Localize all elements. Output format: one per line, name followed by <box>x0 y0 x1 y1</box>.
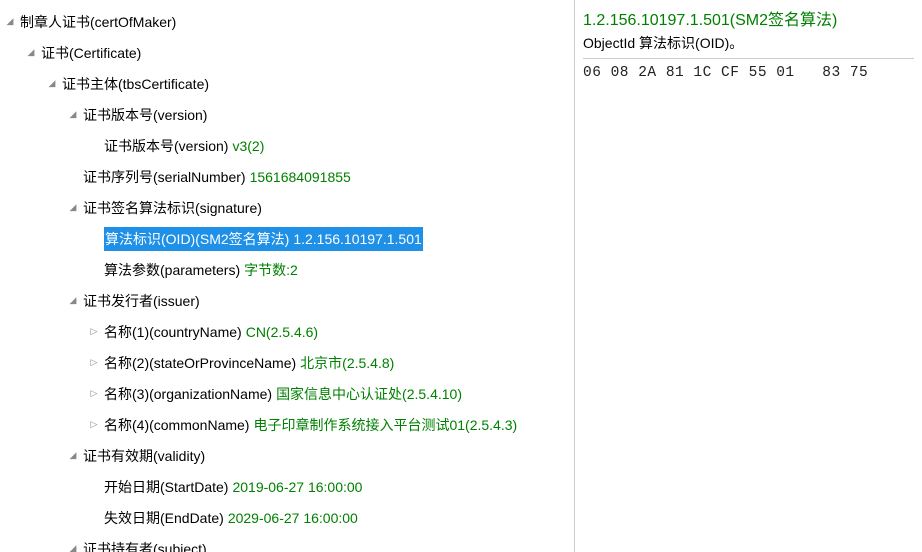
tree-label: 证书(Certificate) <box>41 43 141 63</box>
tree-value: 国家信息中心认证处(2.5.4.10) <box>276 384 462 404</box>
tree-label: 证书主体(tbsCertificate) <box>62 74 209 94</box>
chevron-down-icon[interactable]: ◢ <box>65 293 81 309</box>
tree-row-organizationName[interactable]: ▷ 名称(3)(organizationName) 国家信息中心认证处(2.5.… <box>84 378 574 409</box>
tree-value: v3(2) <box>232 138 264 154</box>
tree-label: 开始日期(StartDate) <box>104 477 228 497</box>
chevron-down-icon[interactable]: ◢ <box>65 541 81 552</box>
detail-hex: 06 08 2A 81 1C CF 55 01 83 75 <box>583 65 914 81</box>
tree-label: 证书签名算法标识(signature) <box>83 198 262 218</box>
tree-label: 制章人证书(certOfMaker) <box>20 12 176 32</box>
tree-value: 电子印章制作系统接入平台测试01(2.5.4.3) <box>253 415 517 435</box>
chevron-right-icon[interactable]: ▷ <box>86 417 102 433</box>
tree-value: 1.2.156.10197.1.501 <box>293 231 421 247</box>
leaf-spacer <box>65 169 81 185</box>
detail-pane: 1.2.156.10197.1.501(SM2签名算法) ObjectId 算法… <box>575 0 922 552</box>
tree-row-version-leaf[interactable]: 证书版本号(version) v3(2) <box>84 130 574 161</box>
tree-row-version[interactable]: ◢ 证书版本号(version) <box>63 99 574 130</box>
tree-label: 名称(3)(organizationName) <box>104 384 272 404</box>
tree-row-algo-oid[interactable]: 算法标识(OID)(SM2签名算法) 1.2.156.10197.1.501 <box>84 223 574 254</box>
tree-label: 算法参数(parameters) <box>104 260 240 280</box>
chevron-down-icon[interactable]: ◢ <box>23 45 39 61</box>
tree-row-startDate[interactable]: 开始日期(StartDate) 2019-06-27 16:00:00 <box>84 471 574 502</box>
leaf-spacer <box>86 138 102 154</box>
leaf-spacer <box>86 231 102 247</box>
detail-title: 1.2.156.10197.1.501(SM2签名算法) <box>583 6 914 30</box>
tree-row-countryName[interactable]: ▷ 名称(1)(countryName) CN(2.5.4.6) <box>84 316 574 347</box>
leaf-spacer <box>86 262 102 278</box>
tree-label: 失效日期(EndDate) <box>104 508 224 528</box>
tree-label: 名称(2)(stateOrProvinceName) <box>104 353 296 373</box>
tree-label: 名称(4)(commonName) <box>104 415 249 435</box>
tree-row-algo-params[interactable]: 算法参数(parameters) 字节数:2 <box>84 254 574 285</box>
tree-row-issuer[interactable]: ◢ 证书发行者(issuer) <box>63 285 574 316</box>
tree-label: 算法标识(OID)(SM2签名算法) <box>105 229 289 249</box>
chevron-down-icon[interactable]: ◢ <box>65 448 81 464</box>
tree-row-tbsCertificate[interactable]: ◢ 证书主体(tbsCertificate) <box>42 68 574 99</box>
tree-row-subject[interactable]: ◢ 证书持有者(subject) <box>63 533 574 552</box>
tree-row-signature[interactable]: ◢ 证书签名算法标识(signature) <box>63 192 574 223</box>
tree-label: 名称(1)(countryName) <box>104 322 242 342</box>
tree-row-commonName[interactable]: ▷ 名称(4)(commonName) 电子印章制作系统接入平台测试01(2.5… <box>84 409 574 440</box>
tree-value: 字节数:2 <box>244 260 298 280</box>
tree-row-endDate[interactable]: 失效日期(EndDate) 2029-06-27 16:00:00 <box>84 502 574 533</box>
leaf-spacer <box>86 510 102 526</box>
tree-row-stateOrProvince[interactable]: ▷ 名称(2)(stateOrProvinceName) 北京市(2.5.4.8… <box>84 347 574 378</box>
tree-value: 1561684091855 <box>250 169 351 185</box>
chevron-down-icon[interactable]: ◢ <box>65 200 81 216</box>
chevron-down-icon[interactable]: ◢ <box>44 76 60 92</box>
tree-row-serialNumber[interactable]: 证书序列号(serialNumber) 1561684091855 <box>63 161 574 192</box>
tree-value: 2019-06-27 16:00:00 <box>232 479 362 495</box>
detail-subtitle: ObjectId 算法标识(OID)。 <box>583 33 914 59</box>
leaf-spacer <box>86 479 102 495</box>
tree-value: 北京市(2.5.4.8) <box>300 353 394 373</box>
tree-label: 证书发行者(issuer) <box>83 291 200 311</box>
tree-value: CN(2.5.4.6) <box>246 324 318 340</box>
tree-label: 证书有效期(validity) <box>83 446 205 466</box>
tree-pane[interactable]: ◢ 制章人证书(certOfMaker) ◢ 证书(Certificate) ◢… <box>0 0 575 552</box>
tree-label: 证书版本号(version) <box>104 136 228 156</box>
tree-label: 证书持有者(subject) <box>83 539 207 552</box>
chevron-right-icon[interactable]: ▷ <box>86 355 102 371</box>
chevron-right-icon[interactable]: ▷ <box>86 386 102 402</box>
tree-row-certOfMaker[interactable]: ◢ 制章人证书(certOfMaker) <box>0 6 574 37</box>
tree-label: 证书版本号(version) <box>83 105 207 125</box>
chevron-down-icon[interactable]: ◢ <box>2 14 18 30</box>
tree-row-certificate[interactable]: ◢ 证书(Certificate) <box>21 37 574 68</box>
chevron-right-icon[interactable]: ▷ <box>86 324 102 340</box>
tree-label: 证书序列号(serialNumber) <box>83 167 246 187</box>
tree-row-validity[interactable]: ◢ 证书有效期(validity) <box>63 440 574 471</box>
tree-value: 2029-06-27 16:00:00 <box>228 510 358 526</box>
chevron-down-icon[interactable]: ◢ <box>65 107 81 123</box>
